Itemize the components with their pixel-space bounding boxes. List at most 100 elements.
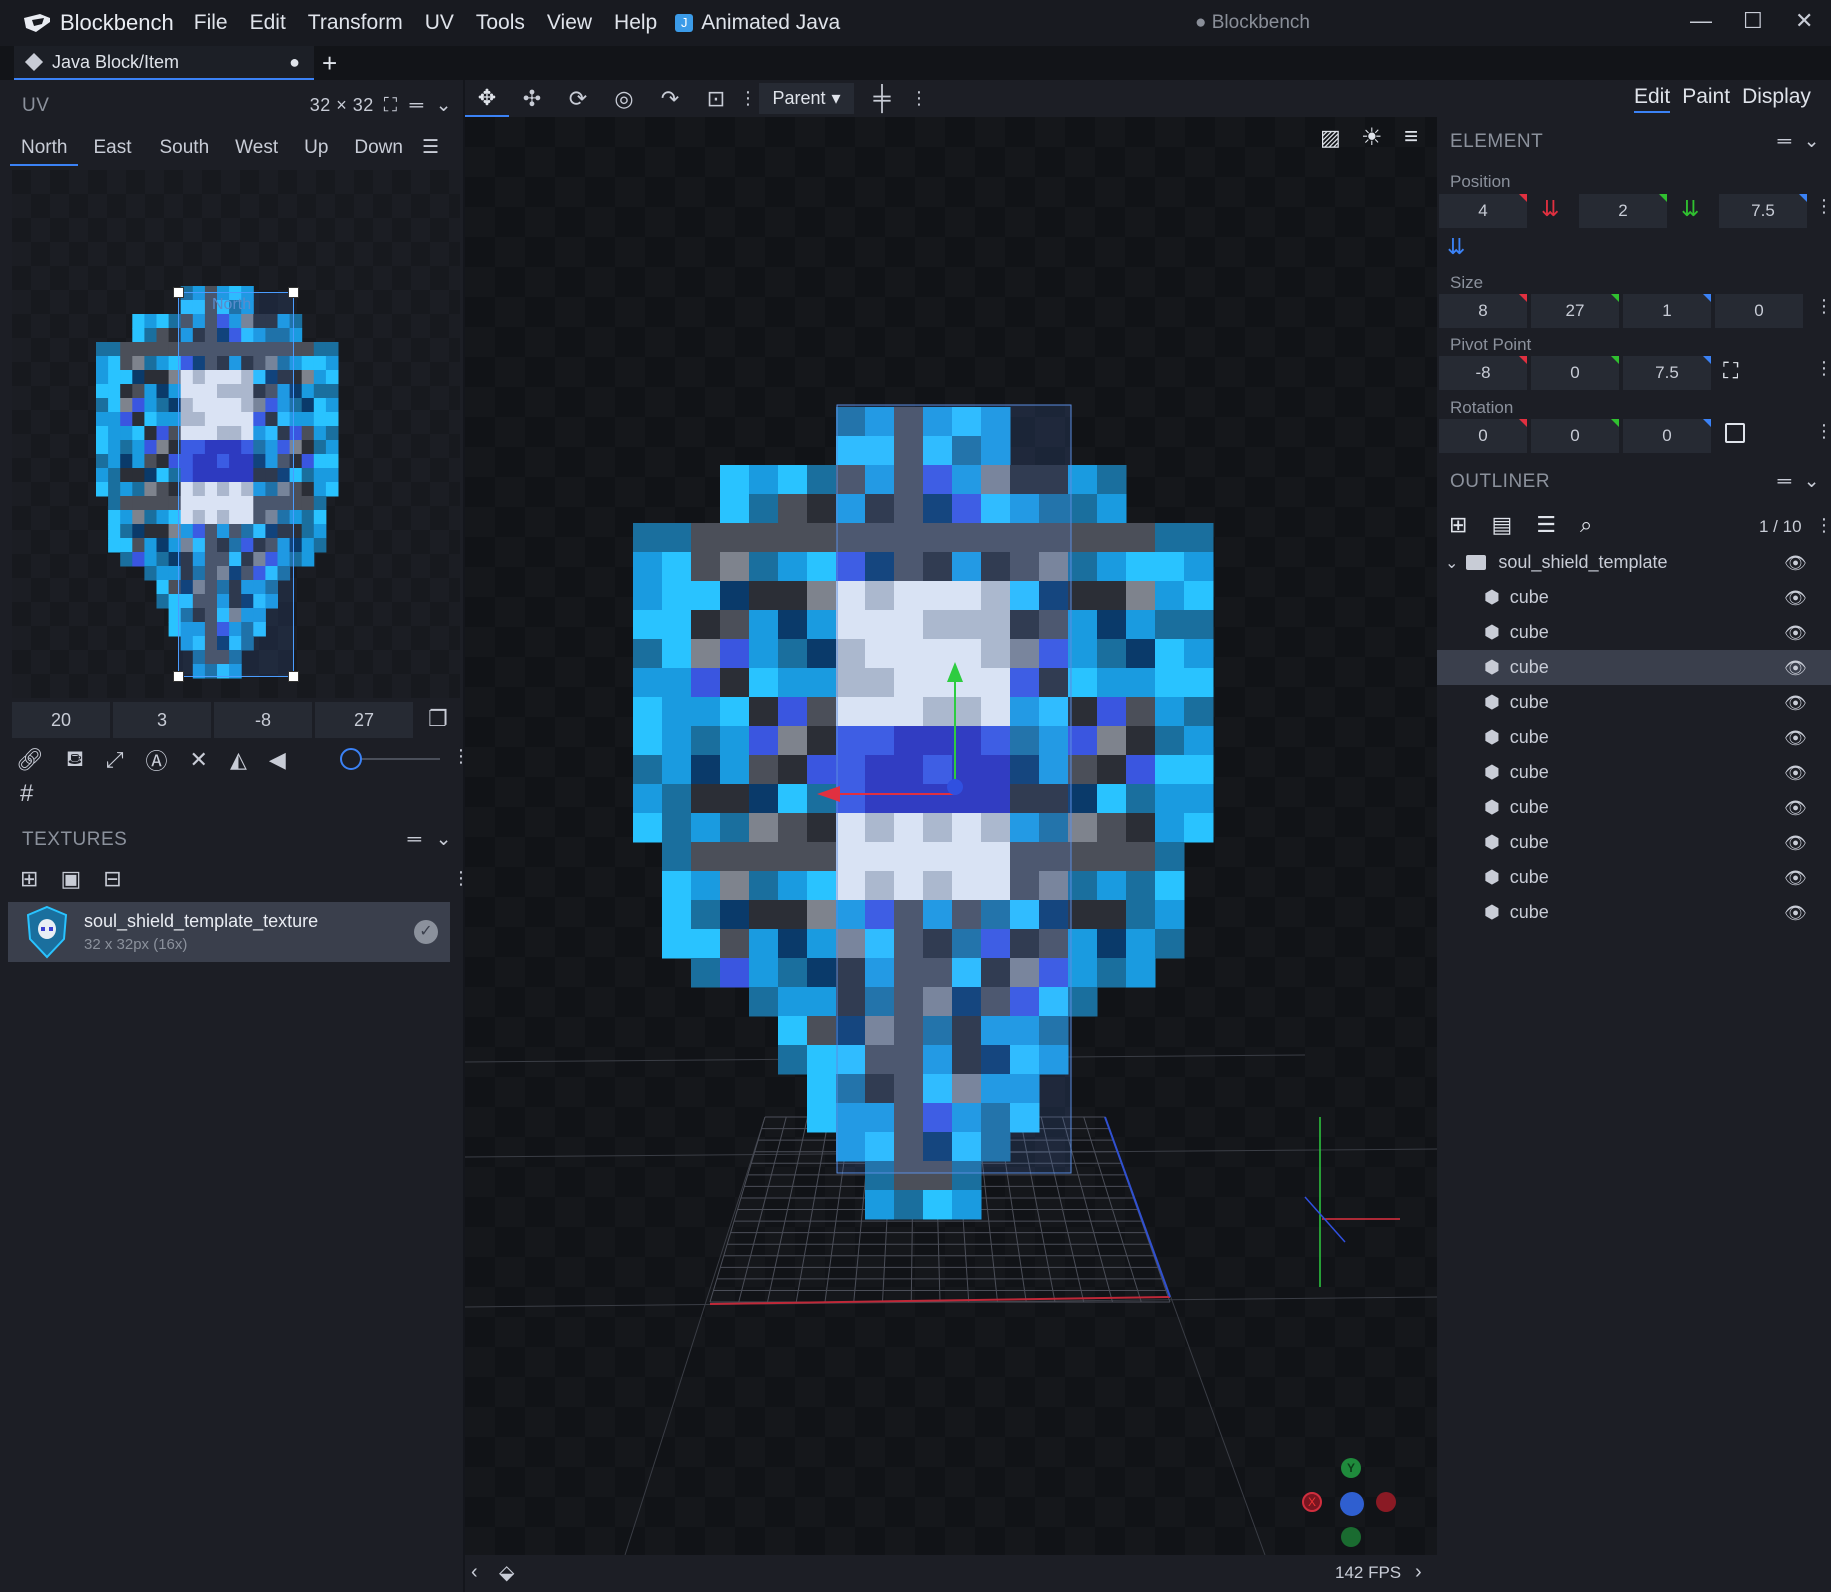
position-y-input[interactable]: 2: [1579, 194, 1667, 228]
collapse-all-icon[interactable]: ☰: [1536, 512, 1556, 538]
move-tool-icon[interactable]: ✥: [465, 80, 509, 117]
copy-uv-icon[interactable]: ❐: [428, 706, 448, 732]
more-vertical-icon[interactable]: ⋮: [1815, 196, 1831, 217]
face-tab-west[interactable]: West: [222, 134, 291, 166]
app-logo[interactable]: Blockbench: [22, 10, 174, 36]
outliner-cube-item[interactable]: ⬢ cube 👁︎: [1437, 790, 1831, 825]
center-z-icon[interactable]: ⇊: [1447, 234, 1465, 260]
outliner-cube-item[interactable]: ⬢ cube 👁︎: [1437, 580, 1831, 615]
texture-atlas-icon[interactable]: ⊟: [103, 866, 121, 892]
chevron-down-icon[interactable]: ⌄: [436, 94, 452, 117]
mode-display[interactable]: Display: [1742, 85, 1811, 113]
menu-file[interactable]: File: [194, 11, 228, 35]
mode-paint[interactable]: Paint: [1682, 85, 1730, 113]
panel-menu-icon[interactable]: ═: [408, 829, 422, 851]
pivot-z-input[interactable]: 7.5: [1623, 356, 1711, 390]
uv-input-x[interactable]: 20: [12, 702, 110, 738]
visibility-eye-icon[interactable]: 👁︎: [1784, 868, 1807, 889]
chevron-right-icon[interactable]: ›: [1415, 1561, 1422, 1584]
create-texture-icon[interactable]: ▣: [60, 866, 81, 892]
rescale-checkbox[interactable]: [1725, 423, 1745, 443]
outliner-cube-item[interactable]: ⬢ cube 👁︎: [1437, 755, 1831, 790]
uv-selection-box[interactable]: [178, 292, 294, 677]
center-pivot-icon[interactable]: ⛶: [1723, 358, 1738, 384]
gizmo-neg-x[interactable]: [1376, 1492, 1396, 1512]
inflate-input[interactable]: 0: [1715, 294, 1803, 328]
viewport-menu-icon[interactable]: ≡: [1404, 123, 1418, 151]
outliner-cube-item[interactable]: ⬢ cube 👁︎: [1437, 615, 1831, 650]
rotation-z-input[interactable]: 0: [1623, 419, 1711, 453]
center-y-icon[interactable]: ⇊: [1681, 196, 1699, 222]
maximize-icon[interactable]: ☐: [1743, 8, 1763, 34]
chevron-down-icon[interactable]: ⌄: [1445, 553, 1458, 573]
pivot-x-input[interactable]: -8: [1439, 356, 1527, 390]
outliner-group[interactable]: ⌄ soul_shield_template 👁︎: [1437, 545, 1831, 580]
more-vertical-icon[interactable]: ⋮: [910, 88, 928, 109]
outliner-cube-item[interactable]: ⬢ cube 👁︎: [1437, 685, 1831, 720]
visibility-eye-icon[interactable]: 👁︎: [1784, 833, 1807, 854]
fullscreen-icon[interactable]: ⛶: [384, 95, 398, 117]
face-tab-north[interactable]: North: [10, 134, 79, 166]
outliner-cube-item[interactable]: ⬢ cube 👁︎: [1437, 720, 1831, 755]
resize-tool-icon[interactable]: ✣: [509, 86, 555, 112]
position-z-input[interactable]: 7.5: [1719, 194, 1807, 228]
uv-input-y[interactable]: 3: [113, 702, 211, 738]
visibility-eye-icon[interactable]: 👁︎: [1784, 693, 1807, 714]
more-vertical-icon[interactable]: ⋮: [1815, 358, 1831, 379]
maximize-uv-icon[interactable]: ⤢: [106, 747, 124, 773]
visibility-eye-icon[interactable]: 👁︎: [1784, 903, 1807, 924]
more-vertical-icon[interactable]: ⋮: [1815, 421, 1831, 442]
uv-handle-bottom-left[interactable]: [173, 671, 184, 682]
gizmo-neg-y[interactable]: [1341, 1527, 1361, 1547]
face-tab-down[interactable]: Down: [341, 134, 416, 166]
mode-edit[interactable]: Edit: [1634, 85, 1671, 113]
link-icon[interactable]: 🔗︎: [16, 747, 44, 773]
transform-space-select[interactable]: Parent ▾: [759, 83, 854, 114]
panel-menu-icon[interactable]: ═: [1778, 131, 1792, 153]
rotation-x-input[interactable]: 0: [1439, 419, 1527, 453]
chevron-down-icon[interactable]: ⌄: [1804, 130, 1820, 153]
menu-transform[interactable]: Transform: [308, 11, 403, 35]
screenshot-icon[interactable]: ▨: [1320, 125, 1341, 151]
close-icon[interactable]: ✕: [1795, 8, 1813, 34]
lighting-icon[interactable]: ☀: [1361, 123, 1383, 152]
new-tab-button[interactable]: +: [322, 48, 337, 79]
pivot-y-input[interactable]: 0: [1531, 356, 1619, 390]
chevron-down-icon[interactable]: ⌄: [1804, 470, 1820, 493]
add-cube-icon[interactable]: ⊞: [1449, 512, 1467, 538]
uv-handle-top-left[interactable]: [173, 287, 184, 298]
grid-icon[interactable]: #: [20, 780, 33, 808]
camera-view-icon[interactable]: ⬙: [499, 1560, 514, 1585]
outliner-cube-item[interactable]: ⬢ cube 👁︎: [1437, 650, 1831, 685]
mirror-icon[interactable]: ◭: [230, 747, 247, 773]
more-vertical-icon[interactable]: ⋮: [1815, 296, 1831, 317]
size-y-input[interactable]: 27: [1531, 294, 1619, 328]
visibility-eye-icon[interactable]: 👁︎: [1784, 798, 1807, 819]
mirror-modeling-icon[interactable]: ╪: [854, 85, 910, 113]
uv-editor-canvas[interactable]: North: [12, 170, 460, 698]
minimize-icon[interactable]: —: [1690, 8, 1712, 34]
position-x-input[interactable]: 4: [1439, 194, 1527, 228]
outliner-cube-item[interactable]: ⬢ cube 👁︎: [1437, 825, 1831, 860]
panel-menu-icon[interactable]: ═: [1778, 471, 1792, 493]
gizmo-z-axis[interactable]: [1340, 1492, 1364, 1516]
uv-rotation-slider-handle[interactable]: [340, 748, 362, 770]
uv-input-height[interactable]: 27: [315, 702, 413, 738]
menu-view[interactable]: View: [547, 11, 592, 35]
more-vertical-icon[interactable]: ⋮: [739, 88, 757, 109]
gizmo-x-axis[interactable]: X: [1302, 1492, 1322, 1512]
size-z-input[interactable]: 1: [1623, 294, 1711, 328]
chevron-down-icon[interactable]: ⌄: [436, 828, 452, 851]
visibility-eye-icon[interactable]: 👁︎: [1784, 553, 1807, 574]
face-tab-up[interactable]: Up: [291, 134, 341, 166]
visibility-eye-icon[interactable]: 👁︎: [1784, 623, 1807, 644]
rotate-uv-icon[interactable]: ◀: [269, 747, 286, 773]
menu-tools[interactable]: Tools: [476, 11, 525, 35]
outliner-cube-item[interactable]: ⬢ cube 👁︎: [1437, 860, 1831, 895]
rotation-y-input[interactable]: 0: [1531, 419, 1619, 453]
rotate-tool-icon[interactable]: ⟳: [555, 86, 601, 112]
face-options-icon[interactable]: ☰: [416, 134, 445, 166]
unsaved-indicator[interactable]: ●: [289, 52, 300, 73]
size-x-input[interactable]: 8: [1439, 294, 1527, 328]
vertex-snap-icon[interactable]: ↷: [647, 86, 693, 112]
